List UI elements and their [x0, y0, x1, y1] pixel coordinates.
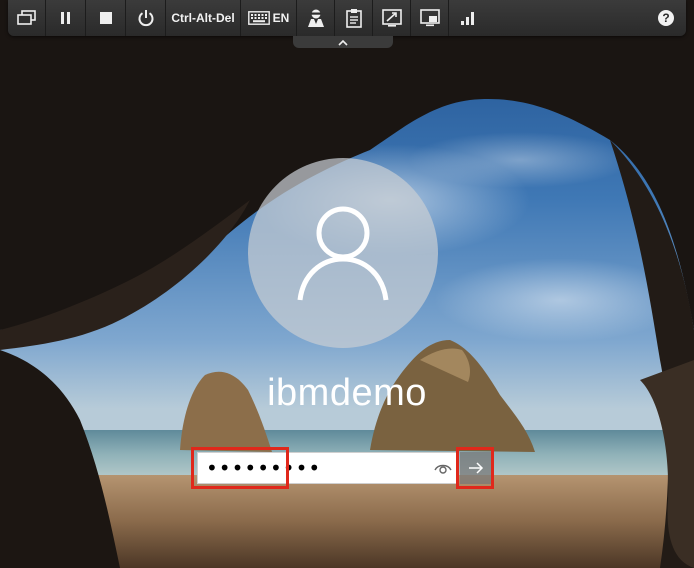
stop-icon — [99, 12, 112, 24]
signal-bars-icon — [461, 12, 474, 25]
connection-quality-button[interactable] — [449, 0, 487, 36]
keyboard-icon — [247, 11, 270, 25]
ctrl-alt-del-button[interactable]: Ctrl-Alt-Del — [166, 0, 241, 36]
pause-button[interactable] — [46, 0, 86, 36]
monitors-button[interactable] — [8, 0, 46, 36]
stop-button[interactable] — [86, 0, 126, 36]
password-highlight-box — [191, 447, 289, 489]
power-button[interactable] — [126, 0, 166, 36]
help-button[interactable]: ? — [646, 0, 686, 36]
keyboard-language-button[interactable]: EN — [241, 0, 297, 36]
remote-toolbar: Ctrl-Alt-Del EN ? — [8, 0, 686, 36]
scale-icon — [381, 9, 402, 27]
screens-icon — [419, 9, 440, 27]
pause-icon — [60, 12, 70, 24]
user-avatar — [248, 158, 438, 348]
power-icon — [138, 10, 153, 27]
toolbar-collapse-button[interactable] — [293, 36, 393, 48]
scale-button[interactable] — [373, 0, 411, 36]
help-icon: ? — [658, 10, 674, 26]
credentials-button[interactable] — [297, 0, 335, 36]
user-icon — [297, 206, 389, 301]
clipboard-icon — [345, 9, 362, 28]
screens-button[interactable] — [411, 0, 449, 36]
ctrl-alt-del-label: Ctrl-Alt-Del — [171, 11, 235, 25]
eye-icon[interactable] — [434, 461, 452, 475]
keyboard-language-label: EN — [272, 11, 290, 25]
username-label: ibmdemo — [267, 372, 427, 414]
chevron-up-icon — [338, 39, 348, 46]
agent-icon — [307, 9, 324, 27]
submit-highlight-box — [456, 447, 494, 489]
monitors-icon — [16, 10, 36, 25]
clipboard-button[interactable] — [335, 0, 373, 36]
